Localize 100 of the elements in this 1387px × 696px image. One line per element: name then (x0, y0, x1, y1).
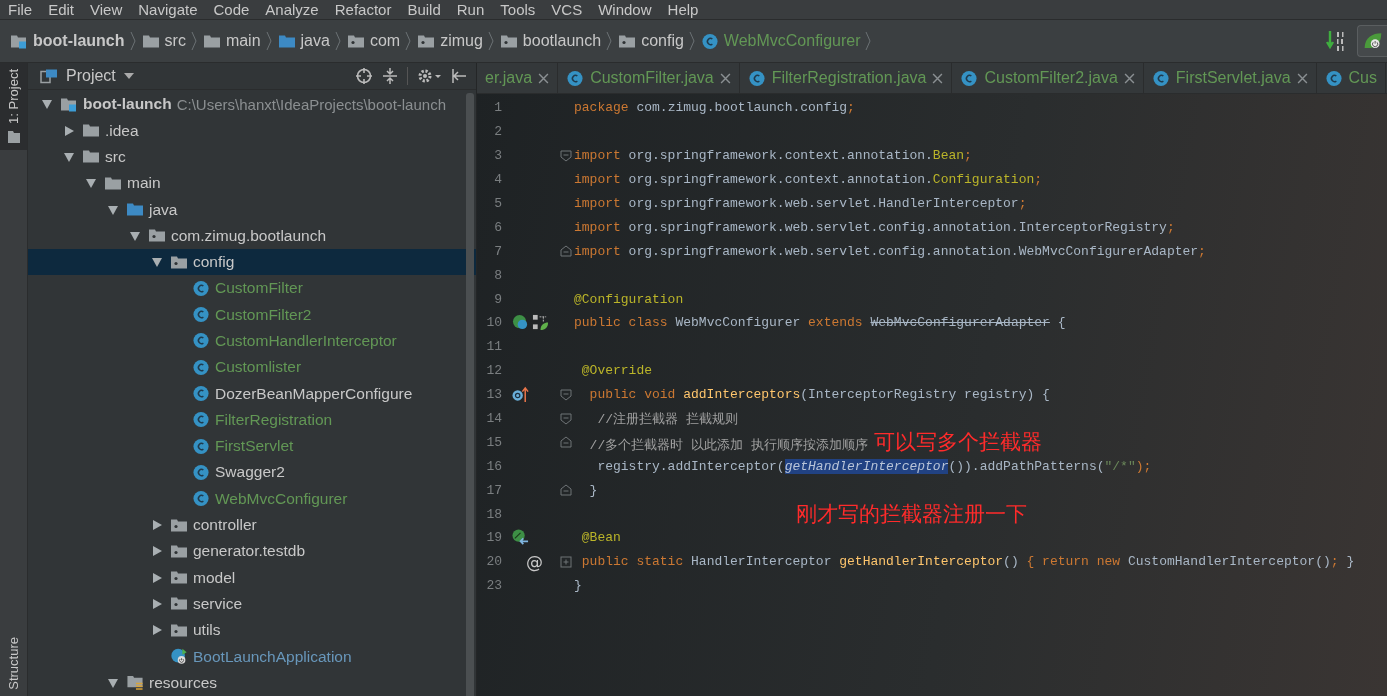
expanded-arrow-icon[interactable] (41, 98, 53, 111)
tree-row[interactable]: src (28, 143, 476, 171)
bean-graph-icon[interactable] (532, 314, 550, 332)
tree-row[interactable]: CustomHandlerInterceptor (28, 327, 476, 355)
locate-icon[interactable] (355, 67, 373, 86)
bean-navigate-icon[interactable] (512, 529, 530, 547)
menu-item[interactable]: Code (213, 1, 250, 18)
tree-row[interactable]: model (28, 564, 476, 591)
gutter-symbol[interactable]: @ (526, 551, 544, 572)
tree-row[interactable]: DozerBeanMapperConfigure (28, 380, 476, 407)
editor-tab[interactable]: Cus (1316, 63, 1386, 93)
close-icon[interactable] (538, 72, 550, 84)
tree-row[interactable]: resources (28, 669, 476, 696)
collapsed-arrow-icon[interactable] (151, 571, 163, 584)
fold-end-icon[interactable] (560, 245, 573, 258)
structure-tool-tab[interactable]: Structure (0, 631, 27, 696)
menu-item[interactable]: Window (598, 1, 652, 18)
panel-title[interactable]: Project (66, 67, 116, 86)
tree-row[interactable]: boot-launch C:\Users\hanxt\IdeaProjects\boot-launch (28, 91, 476, 118)
fold-end-icon[interactable] (560, 436, 573, 449)
tab-label: er.java (485, 69, 533, 87)
tree-row[interactable]: utils (28, 617, 476, 644)
tree-row[interactable]: .idea (28, 117, 476, 144)
close-icon[interactable] (932, 72, 944, 84)
collapsed-arrow-icon[interactable] (151, 519, 163, 532)
tree-row[interactable]: Swagger2 (28, 459, 476, 486)
class-icon (192, 358, 210, 376)
boot-class-icon (170, 648, 188, 666)
tree-row[interactable]: controller (28, 511, 476, 539)
menu-item[interactable]: Help (667, 1, 699, 18)
fold-end-icon[interactable] (560, 484, 573, 497)
code-token: import (574, 219, 622, 235)
hide-icon[interactable] (450, 67, 468, 86)
line-number: 16 (485, 458, 503, 474)
expanded-arrow-icon[interactable] (129, 229, 141, 242)
collapsed-arrow-icon[interactable] (151, 624, 163, 637)
tree-row[interactable]: generator.testdb (28, 538, 476, 565)
breadcrumb[interactable]: src (164, 32, 186, 50)
expanded-arrow-icon[interactable] (63, 150, 75, 163)
tree-row[interactable]: FirstServlet (28, 433, 476, 460)
menu-item[interactable]: Refactor (334, 1, 392, 18)
editor-tab[interactable]: FilterRegistration.java (739, 63, 953, 93)
breadcrumb[interactable]: boot-launch (33, 32, 125, 50)
breadcrumb[interactable]: com (369, 32, 401, 50)
breadcrumb[interactable]: zimug (440, 32, 483, 50)
expanded-arrow-icon[interactable] (85, 177, 97, 190)
menu-item[interactable]: File (8, 1, 33, 18)
editor-tab[interactable]: CustomFilter.java (558, 63, 740, 93)
editor-tab[interactable]: FirstServlet.java (1143, 63, 1317, 93)
menu-item[interactable]: View (90, 1, 123, 18)
chevron-icon (865, 31, 872, 51)
code-token: org.springframework.web.servlet.config.annotation.WebMvcConfigurerAdapter (628, 243, 1199, 259)
collapsed-arrow-icon[interactable] (151, 597, 163, 610)
tree-row[interactable]: BootLaunchApplication (28, 643, 476, 670)
scrollbar[interactable] (466, 93, 474, 696)
breadcrumb[interactable]: main (225, 32, 261, 50)
tree-row[interactable]: WebMvcConfigurer (28, 485, 476, 512)
tree-row[interactable]: FilterRegistration (28, 406, 476, 434)
expanded-arrow-icon[interactable] (107, 203, 119, 216)
tree-row[interactable]: service (28, 590, 476, 618)
tree-row[interactable]: CustomFilter2 (28, 301, 476, 328)
editor-tab[interactable]: CustomFilter2.java (952, 63, 1144, 93)
menu-item[interactable]: Build (407, 1, 441, 18)
menu-item[interactable]: Edit (48, 1, 75, 18)
tree-row[interactable]: Customlister (28, 354, 476, 381)
class-icon (192, 332, 210, 350)
close-icon[interactable] (719, 72, 731, 84)
fold-expand-icon[interactable] (560, 555, 573, 568)
menu-item[interactable]: VCS (551, 1, 583, 18)
close-icon[interactable] (1296, 72, 1308, 84)
close-icon[interactable] (1123, 72, 1135, 84)
fold-start-icon[interactable] (560, 412, 573, 425)
line-number: 9 (493, 291, 503, 307)
tree-row[interactable]: com.zimug.bootlaunch (28, 222, 476, 249)
menu-item[interactable]: Navigate (138, 1, 198, 18)
spring-run-button[interactable] (1357, 25, 1387, 57)
expanded-arrow-icon[interactable] (107, 676, 119, 689)
tree-row[interactable]: main (28, 170, 476, 197)
breadcrumb[interactable]: java (300, 32, 330, 50)
project-tool-tab[interactable]: 1: Project (0, 63, 27, 150)
caret-icon[interactable] (123, 73, 134, 80)
menu-item[interactable]: Run (456, 1, 485, 18)
menu-item[interactable]: Tools (500, 1, 536, 18)
menu-item[interactable]: Analyze (265, 1, 319, 18)
tree-row[interactable]: CustomFilter (28, 275, 476, 302)
selected-tree-row[interactable]: config (28, 248, 476, 276)
collapsed-arrow-icon[interactable] (63, 124, 75, 137)
bean-class-icon[interactable] (512, 314, 530, 332)
expanded-arrow-icon[interactable] (151, 256, 163, 269)
package-icon (170, 595, 188, 613)
collapse-icon[interactable] (381, 67, 399, 86)
fold-start-icon[interactable] (560, 388, 573, 401)
override-icon[interactable] (512, 386, 530, 404)
breadcrumb[interactable]: bootlaunch (522, 32, 602, 50)
tree-row[interactable]: java (28, 196, 476, 223)
line-number: 1 (493, 100, 503, 116)
fold-start-icon[interactable] (560, 149, 573, 162)
editor-tab[interactable]: er.java (477, 63, 559, 93)
breadcrumb[interactable]: config (641, 32, 684, 50)
collapsed-arrow-icon[interactable] (151, 545, 163, 558)
